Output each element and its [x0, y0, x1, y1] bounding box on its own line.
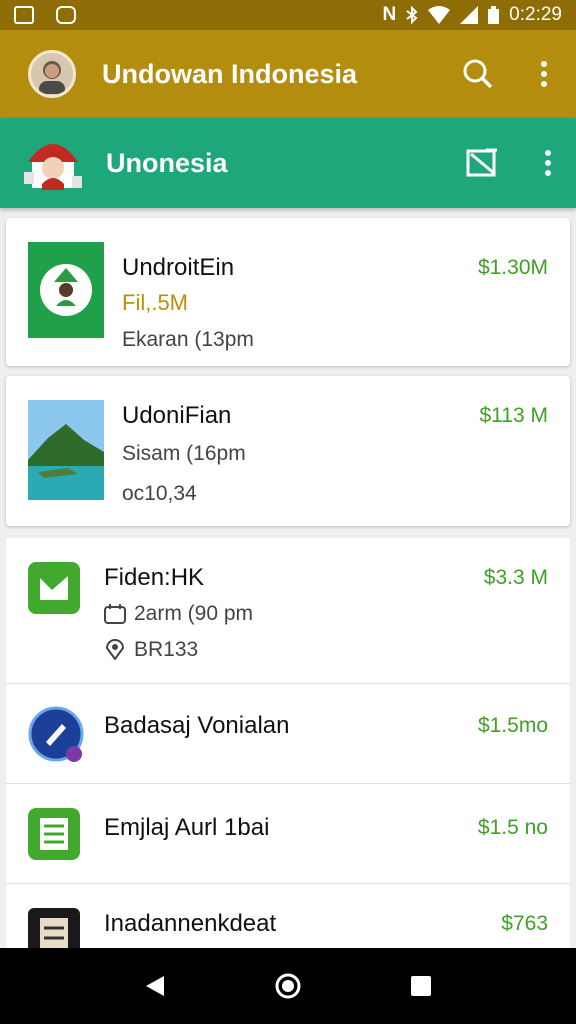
list-item[interactable]: Fiden:HK 2arm (90 pm BR133 $3.3 M — [6, 538, 570, 684]
app-icon — [28, 808, 80, 860]
item-title: Fiden:HK — [104, 564, 205, 591]
status-time: 0:2:29 — [509, 4, 562, 25]
app-icon — [28, 908, 80, 948]
item-price: $113 M — [479, 404, 549, 427]
navigation-bar — [0, 948, 576, 1024]
wifi-icon — [428, 6, 451, 24]
list-item[interactable]: Inadannenkdeat $763 — [6, 884, 570, 948]
nfc-icon: N — [382, 4, 397, 25]
item-list: UndroitEin Fil,.5M Ekaran (13pm $1.30M U… — [0, 208, 576, 948]
status-bar: N 0:2:29 — [0, 0, 576, 30]
item-price: $1.5 no — [477, 816, 548, 839]
item-detail: Ekaran (13pm — [122, 328, 254, 351]
battery-icon — [488, 6, 500, 24]
overflow-menu-icon[interactable] — [540, 60, 548, 88]
crop-icon[interactable] — [466, 148, 498, 178]
list-item[interactable]: UndroitEin Fil,.5M Ekaran (13pm $1.30M — [6, 218, 570, 366]
calendar-icon — [104, 604, 126, 624]
gallery-notification-icon — [14, 6, 34, 24]
item-title: UndroitEin — [122, 254, 235, 281]
list-item[interactable]: UdoniFian Sisam (16pm oc10,34 $113 M — [6, 376, 570, 526]
item-subtitle: Fil,.5M — [122, 290, 188, 315]
brand-logo-icon — [24, 144, 82, 190]
back-button[interactable] — [144, 974, 166, 998]
item-title: UdoniFian — [122, 402, 232, 429]
item-price: $1.5mo — [477, 714, 548, 737]
item-thumbnail — [28, 400, 104, 500]
list-item[interactable]: Emjlaj Aurl 1bai $1.5 no — [6, 784, 570, 884]
item-price: $3.3 M — [483, 566, 548, 589]
sub-bar: Unonesia — [0, 118, 576, 208]
location-icon — [105, 639, 125, 660]
item-title: Emjlaj Aurl 1bai — [104, 814, 270, 841]
overflow-menu-icon[interactable] — [544, 149, 552, 177]
recents-button[interactable] — [410, 975, 432, 997]
item-title: Badasaj Vonialan — [104, 712, 290, 739]
app-icon — [28, 562, 80, 614]
item-detail: BR133 — [134, 638, 199, 661]
bluetooth-icon — [406, 6, 418, 24]
list-item[interactable]: Badasaj Vonialan $1.5mo — [6, 684, 570, 784]
item-title: Inadannenkdeat — [104, 910, 277, 937]
home-button[interactable] — [275, 973, 301, 999]
item-price: $1.30M — [477, 256, 548, 279]
item-subtitle: Sisam (16pm — [122, 442, 246, 465]
item-thumbnail — [28, 242, 104, 338]
avatar[interactable] — [28, 50, 76, 98]
messenger-notification-icon — [56, 6, 76, 24]
app-bar: Undowan Indonesia — [0, 30, 576, 118]
signal-icon — [460, 6, 479, 24]
sub-bar-title: Unonesia — [106, 147, 228, 178]
item-price: $763 — [501, 912, 548, 935]
search-icon[interactable] — [462, 58, 494, 90]
app-icon — [28, 706, 88, 766]
app-title: Undowan Indonesia — [102, 58, 358, 89]
item-detail: oc10,34 — [122, 482, 197, 505]
item-subtitle: 2arm (90 pm — [134, 602, 254, 625]
